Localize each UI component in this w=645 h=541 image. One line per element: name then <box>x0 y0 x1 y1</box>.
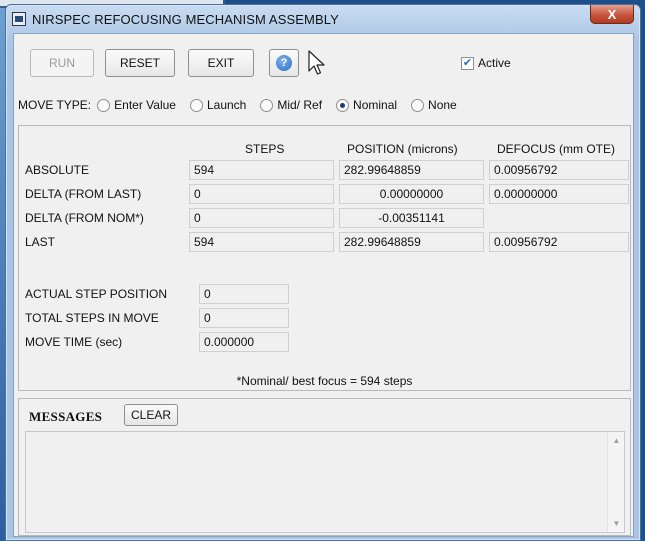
app-icon <box>12 12 26 26</box>
title-bar[interactable]: NIRSPEC REFOCUSING MECHANISM ASSEMBLY X <box>6 5 640 33</box>
radio-button-selected[interactable] <box>336 98 350 112</box>
nominal-focus-note: *Nominal/ best focus = 594 steps <box>236 374 413 388</box>
column-header-steps: STEPS <box>245 142 285 156</box>
radio-enter-value[interactable]: Enter Value <box>97 98 176 112</box>
actual-step-label: ACTUAL STEP POSITION <box>25 287 168 301</box>
delta-last-defocus-field: 0.00000000 <box>489 184 629 204</box>
column-header-position: POSITION (microns) <box>347 142 458 156</box>
radio-button[interactable] <box>411 98 425 112</box>
active-label: Active <box>478 56 511 70</box>
last-position-field: 282.99648859 <box>339 232 484 252</box>
last-defocus-field: 0.00956792 <box>489 232 629 252</box>
move-type-row: MOVE TYPE: Enter Value Launch Mid/ Ref N… <box>18 95 471 115</box>
radio-nominal[interactable]: Nominal <box>336 98 397 112</box>
row-label-delta-nom: DELTA (FROM NOM*) <box>25 211 144 225</box>
radio-button[interactable] <box>260 98 274 112</box>
messages-textarea[interactable]: ▲ ▼ <box>25 431 625 533</box>
messages-title: MESSAGES <box>29 409 103 424</box>
messages-panel: MESSAGES CLEAR ▲ ▼ <box>18 398 631 536</box>
row-label-last: LAST <box>25 235 56 249</box>
radio-launch[interactable]: Launch <box>189 98 247 112</box>
total-steps-label: TOTAL STEPS IN MOVE <box>25 311 159 325</box>
radio-label: Mid/ Ref <box>277 98 323 112</box>
close-button[interactable]: X <box>590 5 634 24</box>
column-header-defocus: DEFOCUS (mm OTE) <box>497 142 615 156</box>
client-area: RUN RESET EXIT ? ✔ Active MOVE TYPE: Ent… <box>13 33 634 537</box>
radio-button[interactable] <box>97 98 111 112</box>
row-label-delta-last: DELTA (FROM LAST) <box>25 187 142 201</box>
move-type-label: MOVE TYPE: <box>18 98 92 112</box>
absolute-defocus-field: 0.00956792 <box>489 160 629 180</box>
messages-scrollbar[interactable]: ▲ ▼ <box>607 432 624 532</box>
delta-nom-position-field: -0.00351141 <box>339 208 484 228</box>
mouse-pointer-icon <box>308 50 325 75</box>
active-checkbox[interactable]: ✔ <box>461 56 474 70</box>
help-icon: ? <box>276 55 292 71</box>
radio-none[interactable]: None <box>411 98 457 112</box>
total-steps-field: 0 <box>199 308 289 328</box>
row-label-absolute: ABSOLUTE <box>25 163 90 177</box>
main-window: NIRSPEC REFOCUSING MECHANISM ASSEMBLY X … <box>5 4 641 541</box>
run-button[interactable]: RUN <box>30 49 94 77</box>
clear-button[interactable]: CLEAR <box>124 404 178 426</box>
move-time-field: 0.000000 <box>199 332 289 352</box>
actual-step-field: 0 <box>199 284 289 304</box>
absolute-steps-field: 594 <box>189 160 334 180</box>
position-panel: STEPS POSITION (microns) DEFOCUS (mm OTE… <box>18 125 631 391</box>
reset-button[interactable]: RESET <box>105 49 175 77</box>
radio-button[interactable] <box>189 98 203 112</box>
scroll-down-arrow-icon[interactable]: ▼ <box>608 515 625 532</box>
radio-label: None <box>428 98 457 112</box>
last-steps-field: 594 <box>189 232 334 252</box>
radio-label: Launch <box>206 98 247 112</box>
radio-mid-ref[interactable]: Mid/ Ref <box>260 98 322 112</box>
radio-label: Nominal <box>353 98 398 112</box>
help-button[interactable]: ? <box>269 49 299 77</box>
move-time-label: MOVE TIME (sec) <box>25 335 123 349</box>
radio-label: Enter Value <box>114 98 176 112</box>
exit-button[interactable]: EXIT <box>188 49 254 77</box>
delta-nom-steps-field: 0 <box>189 208 334 228</box>
delta-last-steps-field: 0 <box>189 184 334 204</box>
scroll-up-arrow-icon[interactable]: ▲ <box>608 432 625 449</box>
window-title: NIRSPEC REFOCUSING MECHANISM ASSEMBLY <box>32 11 339 27</box>
active-checkbox-group[interactable]: ✔ Active <box>461 56 511 70</box>
absolute-position-field: 282.99648859 <box>339 160 484 180</box>
delta-last-position-field: 0.00000000 <box>339 184 484 204</box>
